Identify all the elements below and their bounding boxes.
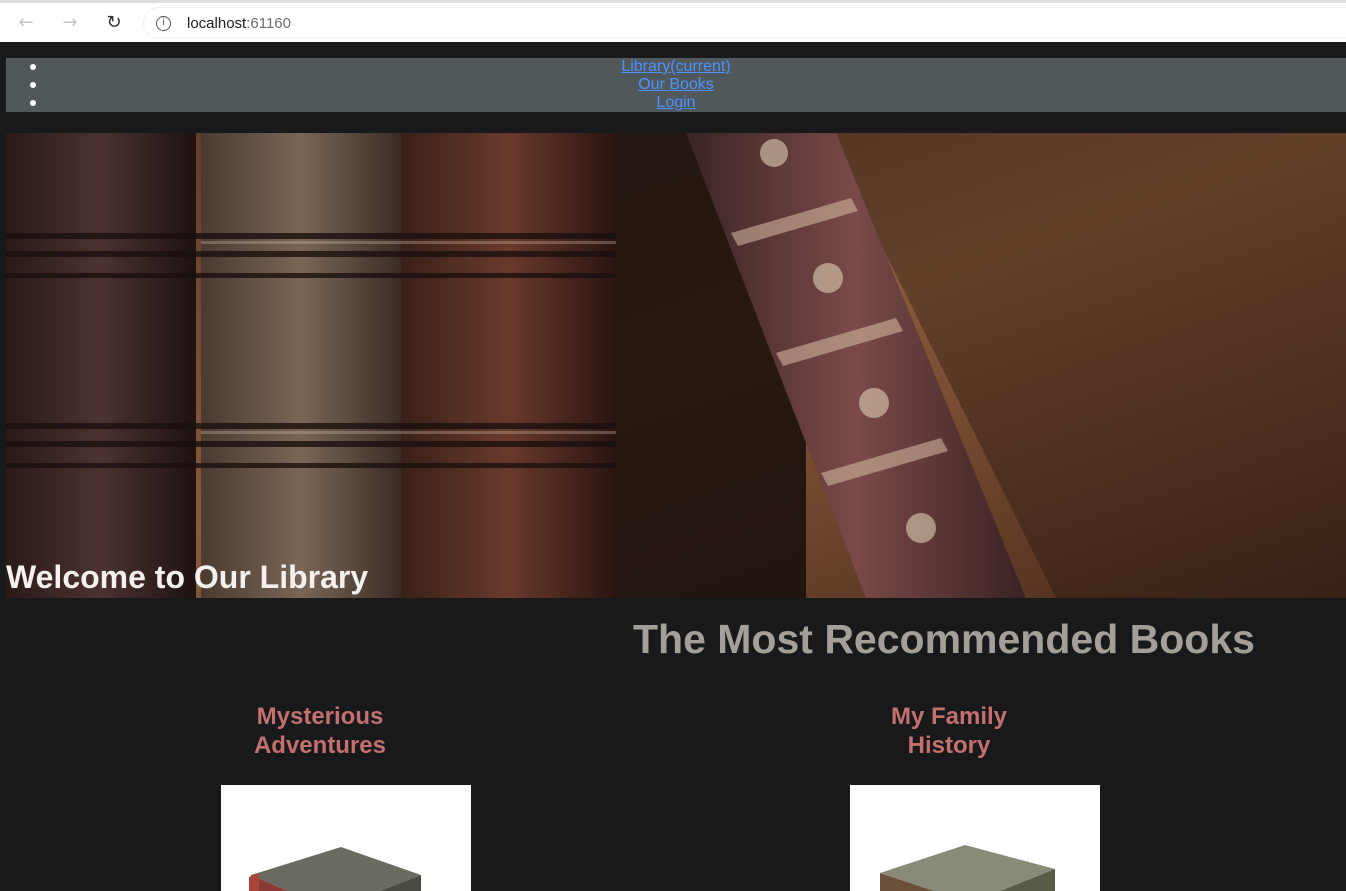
- nav-link-library[interactable]: Library(current): [621, 58, 730, 75]
- address-bar[interactable]: i localhost:61160: [143, 7, 1346, 39]
- book-title[interactable]: My Family History: [809, 702, 1089, 760]
- book-title-line2: History: [907, 732, 991, 759]
- navbar: Library(current) Our Books Login: [6, 58, 1346, 112]
- book-title-line1: Mysterious: [256, 703, 384, 730]
- book-cover-image[interactable]: [221, 785, 471, 891]
- section-title: The Most Recommended Books: [633, 616, 1255, 662]
- book-title[interactable]: Mysterious Adventures: [180, 702, 460, 760]
- nav-item-login: Login: [6, 94, 1346, 112]
- nav-item-our-books: Our Books: [6, 76, 1346, 94]
- nav-link-our-books[interactable]: Our Books: [638, 76, 714, 93]
- url-port: :61160: [246, 14, 291, 32]
- book-item[interactable]: My Family History: [809, 702, 1089, 760]
- nav-link-login[interactable]: Login: [656, 94, 695, 111]
- bullet-icon: [30, 82, 36, 88]
- hero-books-image: [6, 133, 1346, 598]
- reload-icon[interactable]: ↻: [99, 7, 129, 37]
- nav-item-library: Library(current): [6, 58, 1346, 76]
- bullet-icon: [30, 100, 36, 106]
- forward-arrow-icon[interactable]: →: [55, 7, 85, 37]
- hero-title: Welcome to Our Library: [6, 559, 369, 595]
- browser-toolbar: ← → ↻ i localhost:61160: [0, 0, 1346, 42]
- book-title-line1: My Family: [890, 703, 1008, 730]
- book-cover-illustration: [249, 847, 421, 891]
- book-cover-image[interactable]: [850, 785, 1100, 891]
- url-text[interactable]: localhost:61160: [187, 15, 291, 32]
- book-cover-illustration: [880, 845, 1055, 891]
- info-icon[interactable]: i: [156, 15, 171, 31]
- back-arrow-icon[interactable]: ←: [11, 7, 41, 37]
- url-host: localhost: [187, 14, 247, 32]
- hero-banner: Welcome to Our Library: [6, 133, 1346, 598]
- book-title-line2: Adventures: [253, 732, 387, 759]
- bullet-icon: [30, 64, 36, 70]
- book-item[interactable]: Mysterious Adventures: [180, 702, 460, 760]
- nav-list: Library(current) Our Books Login: [6, 58, 1346, 112]
- page-content: Library(current) Our Books Login Welcome…: [0, 42, 1346, 891]
